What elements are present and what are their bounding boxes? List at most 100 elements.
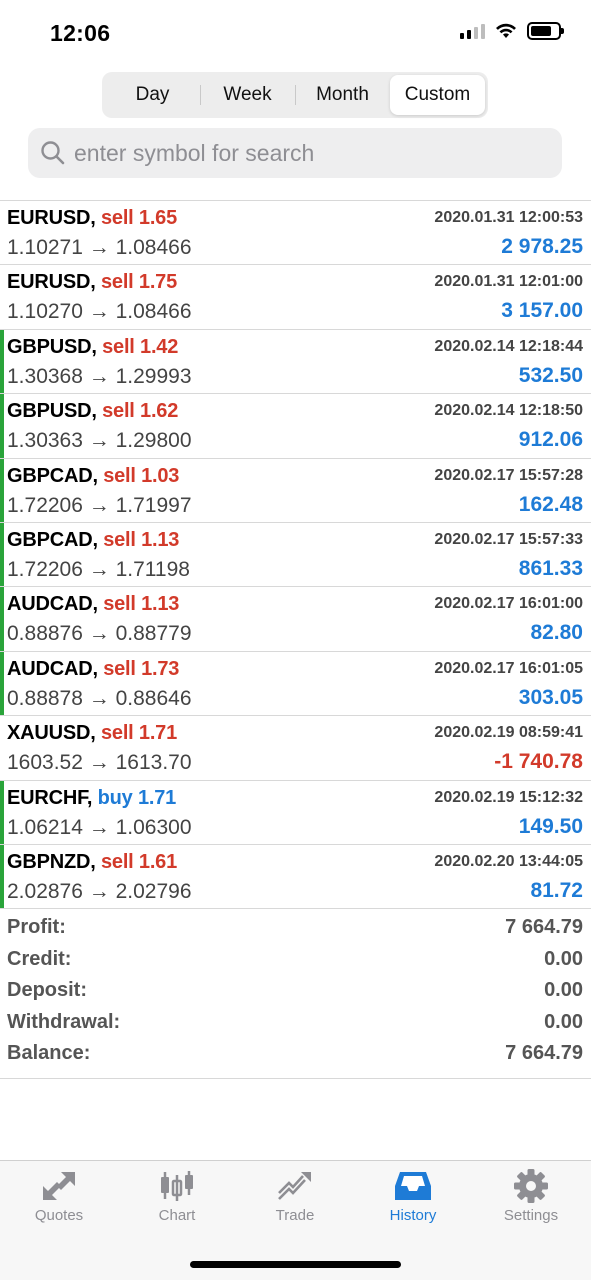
deal-prices: 1.30363 → 1.29800	[7, 429, 192, 453]
tab-trade[interactable]: Trade	[236, 1169, 354, 1224]
deal-close-price: 1.29800	[115, 429, 192, 453]
deal-symbol: GBPCAD,	[7, 528, 98, 551]
deal-close-price: 1.06300	[115, 815, 192, 839]
deal-close-price: 1.71198	[115, 557, 190, 581]
deal-row[interactable]: AUDCAD, sell 1.73 2020.02.17 16:01:05 0.88…	[0, 651, 591, 717]
deal-profit: 2 978.25	[501, 235, 583, 258]
deal-symbol: GBPNZD,	[7, 850, 96, 873]
bottom-tab-bar: Quotes Chart Trade History Settings	[0, 1160, 591, 1280]
chart-icon	[161, 1171, 193, 1201]
deal-open-price: 0.88876	[7, 622, 83, 646]
deal-datetime: 2020.02.20 13:44:05	[434, 852, 583, 870]
deal-row[interactable]: EURCHF, buy 1.71 2020.02.19 15:12:32 1.062…	[0, 780, 591, 845]
deal-datetime: 2020.02.17 16:01:00	[434, 595, 583, 613]
deal-side: sell	[100, 271, 134, 294]
deal-profit: -1 740.78	[494, 750, 583, 774]
tab-chart-label: Chart	[158, 1207, 196, 1224]
deal-profit: 912.06	[518, 428, 583, 452]
deal-row[interactable]: XAUUSD, sell 1.71 2020.02.19 08:59:41 1603…	[0, 716, 591, 781]
deal-symbol: AUDCAD,	[7, 657, 98, 680]
home-indicator	[190, 1261, 401, 1268]
deal-close-price: 1.08466	[115, 236, 192, 259]
battery-icon	[527, 22, 564, 40]
deal-row[interactable]: GBPCAD, sell 1.03 2020.02.17 15:57:28 1.72…	[0, 458, 591, 523]
arrow-right-icon: →	[88, 622, 110, 646]
deal-title: AUDCAD, sell 1.73	[7, 658, 179, 681]
deal-volume: 1.62	[140, 400, 179, 423]
arrow-right-icon: →	[88, 429, 110, 453]
deal-symbol: EURCHF,	[7, 786, 93, 809]
summary-row: Withdrawal: 0.00	[0, 1007, 591, 1039]
arrow-right-icon: →	[88, 751, 110, 775]
deal-side: sell	[100, 850, 134, 873]
summary-value: 7 664.79	[505, 1042, 583, 1065]
deal-datetime: 2020.02.19 15:12:32	[434, 788, 583, 806]
arrow-right-icon: →	[88, 364, 110, 388]
deal-open-price: 1.30368	[7, 364, 83, 388]
deal-title: AUDCAD, sell 1.13	[7, 593, 179, 616]
deal-datetime: 2020.02.17 15:57:33	[434, 530, 583, 548]
gear-icon	[514, 1169, 548, 1203]
deal-side: sell	[103, 593, 136, 616]
summary-row: Credit: 0.00	[0, 944, 591, 976]
status-time: 12:06	[50, 20, 111, 46]
deal-volume: 1.71	[138, 722, 178, 745]
deal-symbol: EURUSD,	[7, 207, 96, 229]
deal-row[interactable]: AUDCAD, sell 1.13 2020.02.17 16:01:00 0.88…	[0, 587, 591, 652]
deal-prices: 1.30368 → 1.29993	[7, 365, 192, 389]
deal-open-price: 0.88878	[7, 686, 83, 710]
deal-row[interactable]: GBPNZD, sell 1.61 2020.02.20 13:44:05 2.02…	[0, 844, 591, 910]
deal-volume: 1.75	[138, 271, 178, 294]
deal-datetime: 2020.02.14 12:18:50	[434, 402, 583, 420]
tab-day[interactable]: Day	[105, 75, 200, 115]
deal-row[interactable]: GBPUSD, sell 1.42 2020.02.14 12:18:44 1.30…	[0, 329, 591, 395]
search-bar[interactable]	[28, 128, 562, 178]
deal-profit: 82.80	[530, 621, 583, 645]
deal-close-price: 1.08466	[115, 300, 192, 324]
deal-datetime: 2020.02.19 08:59:41	[434, 724, 583, 742]
summary-block: Profit: 7 664.79 Credit: 0.00 Deposit: 0.00 Wi…	[0, 912, 591, 1079]
deal-open-price: 1.10270	[7, 300, 83, 324]
deal-prices: 1603.52 → 1613.70	[7, 751, 192, 775]
deal-side: sell	[102, 335, 135, 358]
tab-quotes[interactable]: Quotes	[0, 1169, 118, 1224]
summary-label: Profit:	[7, 916, 66, 939]
arrow-right-icon: →	[88, 815, 110, 839]
deal-title: GBPCAD, sell 1.03	[7, 465, 179, 488]
history-icon	[395, 1172, 431, 1200]
status-bar: 12:06	[0, 0, 591, 64]
deal-title: EURCHF, buy 1.71	[7, 787, 176, 810]
status-icons	[460, 22, 564, 40]
search-input[interactable]	[74, 139, 544, 167]
deal-prices: 1.06214 → 1.06300	[7, 816, 192, 840]
tab-chart[interactable]: Chart	[118, 1169, 236, 1224]
deal-title: GBPNZD, sell 1.61	[7, 851, 177, 874]
tab-custom[interactable]: Custom	[390, 75, 485, 115]
deal-side: buy	[97, 786, 133, 809]
deal-row[interactable]: EURUSD, sell 1.75 2020.01.31 12:01:00 1.10…	[0, 265, 591, 330]
deal-profit: 81.72	[530, 878, 583, 902]
deal-prices: 1.10271 → 1.08466	[7, 236, 192, 260]
tab-week[interactable]: Week	[200, 75, 295, 115]
deal-close-price: 1613.70	[115, 751, 192, 775]
deal-close-price: 1.71997	[115, 493, 192, 517]
deal-volume: 1.65	[138, 207, 178, 229]
deal-open-price: 1.06214	[7, 815, 83, 839]
tab-month[interactable]: Month	[295, 75, 390, 115]
deal-row[interactable]: GBPCAD, sell 1.13 2020.02.17 15:57:33 1.72…	[0, 522, 591, 588]
summary-label: Deposit:	[7, 979, 87, 1002]
tab-settings[interactable]: Settings	[472, 1169, 590, 1224]
summary-value: 0.00	[544, 1010, 583, 1033]
summary-label: Credit:	[7, 947, 72, 970]
deal-open-price: 1.72206	[7, 557, 83, 581]
deal-prices: 2.02876 → 2.02796	[7, 880, 192, 904]
tab-history[interactable]: History	[354, 1169, 472, 1224]
deal-open-price: 1.10271	[7, 236, 83, 259]
summary-row: Profit: 7 664.79	[0, 912, 591, 944]
tab-history-label: History	[389, 1207, 437, 1224]
deal-title: GBPUSD, sell 1.42	[7, 336, 178, 359]
arrow-right-icon: →	[88, 493, 110, 517]
deal-volume: 1.61	[138, 850, 178, 873]
deal-row[interactable]: GBPUSD, sell 1.62 2020.02.14 12:18:50 1.30…	[0, 394, 591, 459]
deal-row[interactable]: EURUSD, sell 1.65 2020.01.31 12:00:53 1.10…	[0, 201, 591, 266]
